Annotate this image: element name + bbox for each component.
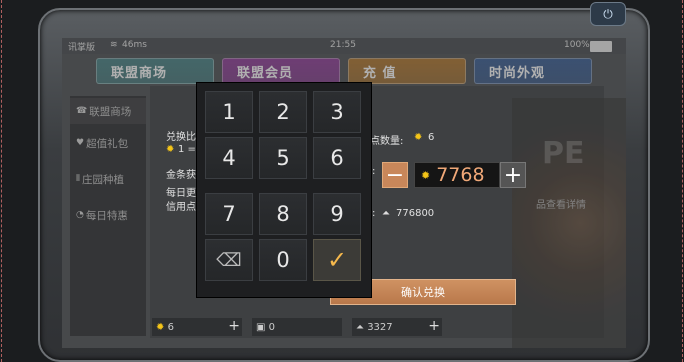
coin-icon: ✹ [156,321,165,333]
gold-resource: ✹ 6 + [152,318,242,336]
ticket-value: 0 [268,321,276,333]
quantity-field[interactable]: ✹ 7768 [414,162,500,188]
points-label: 点数量: [370,136,404,147]
points-value: 6 [428,132,435,143]
credit-value: 3327 [367,321,393,333]
add-gold-icon[interactable]: + [228,318,240,334]
power-icon: ⏻ [603,6,613,21]
right-edge-guide [682,0,683,362]
key-7[interactable]: 7 [205,193,253,235]
credit-icon: ⏶ [356,321,364,333]
key-9[interactable]: 9 [313,193,361,235]
key-1[interactable]: 1 [205,91,253,133]
key-0[interactable]: 0 [259,239,307,281]
credit-resource: ⏶ 3327 + [352,318,442,336]
credit-label: 信用点 [166,202,196,213]
quantity-value: 7768 [436,164,485,186]
cost-label: : [372,208,376,219]
coin-icon: ✹ [421,168,431,182]
exchange-ratio-label: 兑换比 [166,132,196,143]
key-6[interactable]: 6 [313,137,361,179]
ticket-icon: ▣ [256,321,266,333]
quantity-stepper: − ✹ 7768 + [380,160,530,190]
key-5[interactable]: 5 [259,137,307,179]
cost-value: 776800 [396,208,435,219]
ratio-text: 1 = [178,144,196,155]
confirm-label: 确认兑换 [401,286,445,299]
decrement-button[interactable]: − [382,162,408,188]
coin-icon: ✹ [166,144,175,155]
quantity-label: : [372,166,376,177]
credit-icon: ⏶ [382,208,390,219]
key-3[interactable]: 3 [313,91,361,133]
backspace-icon[interactable]: ⌫ [205,239,253,281]
resource-bar: ✹ 6 + ▣ 0 ⏶ 3327 + [148,316,448,338]
key-2[interactable]: 2 [259,91,307,133]
coin-icon: ✹ [414,132,423,143]
key-4[interactable]: 4 [205,137,253,179]
power-button[interactable]: ⏻ [590,2,626,26]
confirm-check-icon[interactable]: ✓ [313,239,361,281]
number-keypad: 1 2 3 4 5 6 7 8 9 ⌫ 0 ✓ [196,82,372,298]
ticket-resource: ▣ 0 [252,318,342,336]
daily-label: 每日更 [166,188,196,199]
add-credit-icon[interactable]: + [428,318,440,334]
increment-button[interactable]: + [500,162,526,188]
key-8[interactable]: 8 [259,193,307,235]
left-edge-guide [1,0,2,362]
gold-label: 金条获 [166,170,196,181]
gold-value: 6 [167,321,174,333]
